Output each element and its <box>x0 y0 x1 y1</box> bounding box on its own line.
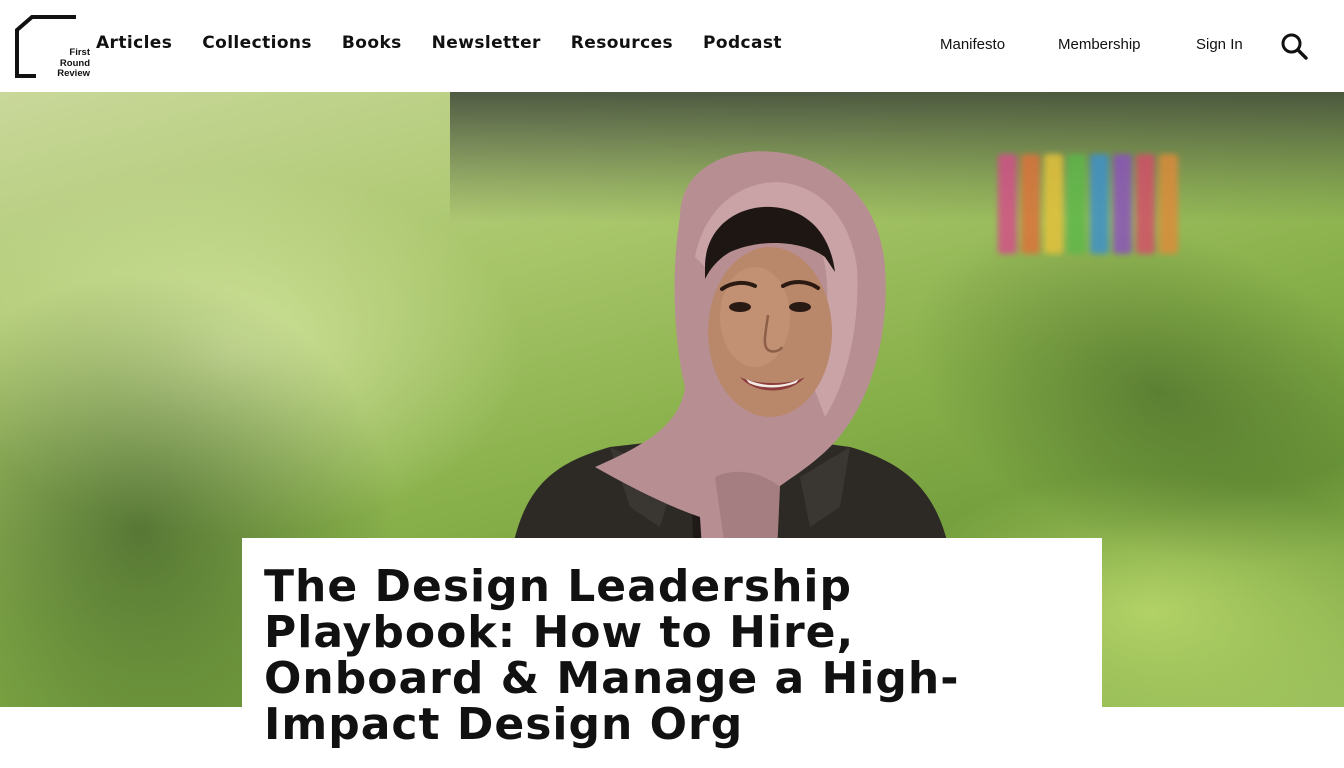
article-title: The Design Leadership Playbook: How to H… <box>264 561 960 750</box>
logo-text: First Round Review <box>38 47 90 80</box>
nav-resources[interactable]: Resources <box>571 33 673 53</box>
search-icon <box>1281 33 1308 60</box>
nav-newsletter[interactable]: Newsletter <box>432 33 541 53</box>
nav-podcast[interactable]: Podcast <box>703 33 782 53</box>
nav-membership[interactable]: Membership <box>1058 36 1141 53</box>
nav-manifesto[interactable]: Manifesto <box>940 36 1005 53</box>
hero-background-sign <box>998 154 1178 254</box>
nav-articles[interactable]: Articles <box>96 33 172 53</box>
search-button[interactable] <box>1280 32 1308 60</box>
nav-books[interactable]: Books <box>342 33 402 53</box>
first-round-review-logo[interactable]: First Round Review <box>14 14 90 79</box>
logo-line-3: Review <box>57 68 90 79</box>
logo-line-1: First <box>69 47 90 58</box>
site-header: First Round Review Articles Collections … <box>0 0 1344 92</box>
nav-collections[interactable]: Collections <box>202 33 312 53</box>
article-title-card: The Design Leadership Playbook: How to H… <box>242 538 1102 768</box>
portrait-photo <box>505 151 955 597</box>
nav-sign-in[interactable]: Sign In <box>1196 36 1243 53</box>
primary-nav: Articles Collections Books Newsletter Re… <box>96 33 812 53</box>
